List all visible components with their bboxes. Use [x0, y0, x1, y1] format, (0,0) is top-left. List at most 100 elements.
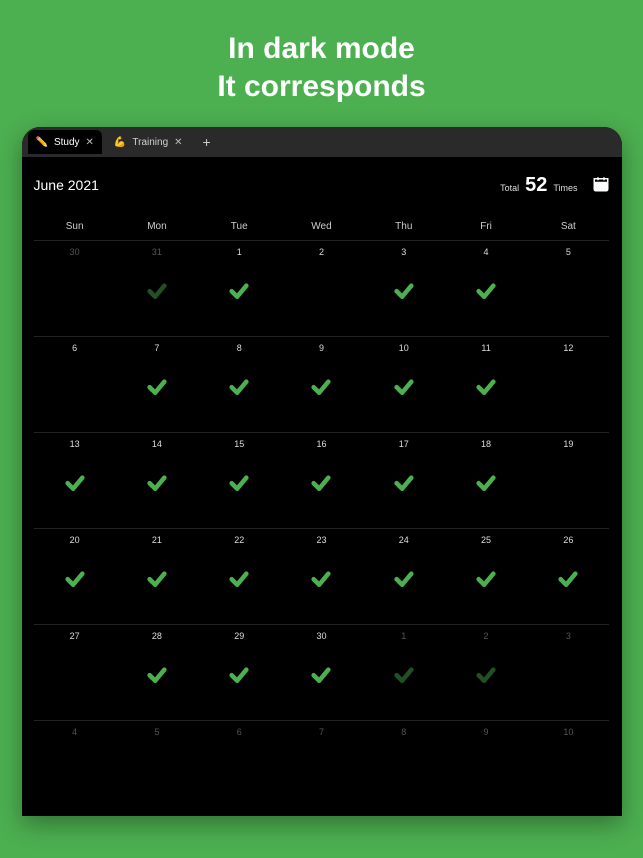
- check-icon: [393, 472, 415, 494]
- day-cell[interactable]: 1: [363, 624, 445, 720]
- check-icon: [228, 376, 250, 398]
- day-number: 2: [319, 247, 324, 257]
- day-cell[interactable]: 30: [34, 240, 116, 336]
- day-cell[interactable]: 31: [116, 240, 198, 336]
- check-icon: [228, 280, 250, 302]
- day-number: 22: [234, 535, 244, 545]
- day-number: 6: [72, 343, 77, 353]
- day-cell[interactable]: 8: [198, 336, 280, 432]
- check-icon: [228, 664, 250, 686]
- close-icon[interactable]: ✕: [86, 137, 94, 148]
- day-number: 26: [563, 535, 573, 545]
- day-number: 31: [152, 247, 162, 257]
- add-tab-button[interactable]: +: [195, 134, 219, 150]
- tab-label: Study: [54, 137, 80, 148]
- day-number: 24: [399, 535, 409, 545]
- day-cell[interactable]: 13: [34, 432, 116, 528]
- day-cell[interactable]: 23: [280, 528, 362, 624]
- day-cell[interactable]: 19: [527, 432, 609, 528]
- calendar-grid: 3031123456789101112131415161718192021222…: [34, 240, 610, 816]
- day-cell[interactable]: 15: [198, 432, 280, 528]
- day-cell[interactable]: 10: [527, 720, 609, 816]
- day-cell[interactable]: 4: [34, 720, 116, 816]
- check-icon: [146, 664, 168, 686]
- check-icon: [228, 472, 250, 494]
- day-cell[interactable]: 1: [198, 240, 280, 336]
- day-cell[interactable]: 2: [280, 240, 362, 336]
- day-cell[interactable]: 7: [280, 720, 362, 816]
- day-number: 18: [481, 439, 491, 449]
- day-number: 11: [481, 343, 490, 353]
- weekday-header: Sat: [527, 215, 609, 240]
- day-cell[interactable]: 18: [445, 432, 527, 528]
- check-icon: [393, 664, 415, 686]
- day-cell[interactable]: 21: [116, 528, 198, 624]
- day-number: 3: [401, 247, 406, 257]
- check-icon: [475, 280, 497, 302]
- day-cell[interactable]: 12: [527, 336, 609, 432]
- day-cell[interactable]: 5: [116, 720, 198, 816]
- day-number: 9: [484, 727, 489, 737]
- day-number: 5: [566, 247, 571, 257]
- check-icon: [393, 568, 415, 590]
- day-cell[interactable]: 5: [527, 240, 609, 336]
- day-number: 5: [154, 727, 159, 737]
- day-cell[interactable]: 6: [34, 336, 116, 432]
- close-icon[interactable]: ✕: [174, 137, 182, 148]
- month-header: June 2021 Total 52 Times: [34, 173, 610, 197]
- tab-icon: 💪: [114, 137, 126, 148]
- day-cell[interactable]: 25: [445, 528, 527, 624]
- calendar-content: June 2021 Total 52 Times SunMonTueWedThu…: [22, 157, 622, 816]
- day-number: 14: [152, 439, 162, 449]
- day-cell[interactable]: 11: [445, 336, 527, 432]
- day-cell[interactable]: 3: [363, 240, 445, 336]
- day-cell[interactable]: 3: [527, 624, 609, 720]
- day-number: 25: [481, 535, 491, 545]
- day-cell[interactable]: 28: [116, 624, 198, 720]
- weekday-header: Wed: [280, 215, 362, 240]
- day-number: 7: [154, 343, 159, 353]
- check-icon: [146, 280, 168, 302]
- check-icon: [310, 376, 332, 398]
- total-unit: Times: [553, 183, 577, 193]
- day-cell[interactable]: 9: [445, 720, 527, 816]
- check-icon: [310, 568, 332, 590]
- day-cell[interactable]: 24: [363, 528, 445, 624]
- check-icon: [393, 376, 415, 398]
- day-cell[interactable]: 10: [363, 336, 445, 432]
- calendar-icon[interactable]: [592, 175, 610, 193]
- day-number: 8: [401, 727, 406, 737]
- day-cell[interactable]: 6: [198, 720, 280, 816]
- week-row: 30 31 1 2 3 4 5: [34, 240, 610, 336]
- day-cell[interactable]: 8: [363, 720, 445, 816]
- day-number: 10: [563, 727, 573, 737]
- check-icon: [475, 376, 497, 398]
- day-cell[interactable]: 14: [116, 432, 198, 528]
- day-cell[interactable]: 2: [445, 624, 527, 720]
- weekday-header: Sun: [34, 215, 116, 240]
- day-cell[interactable]: 7: [116, 336, 198, 432]
- week-row: 4 5 6 7 8 9 10: [34, 720, 610, 816]
- day-cell[interactable]: 9: [280, 336, 362, 432]
- day-cell[interactable]: 30: [280, 624, 362, 720]
- day-cell[interactable]: 29: [198, 624, 280, 720]
- week-row: 13 14 151617 18 19: [34, 432, 610, 528]
- day-number: 7: [319, 727, 324, 737]
- day-cell[interactable]: 4: [445, 240, 527, 336]
- day-cell[interactable]: 22: [198, 528, 280, 624]
- day-cell[interactable]: 20: [34, 528, 116, 624]
- check-icon: [310, 664, 332, 686]
- day-cell[interactable]: 26: [527, 528, 609, 624]
- day-cell[interactable]: 27: [34, 624, 116, 720]
- tab-icon: ✏️: [36, 137, 48, 148]
- check-icon: [228, 568, 250, 590]
- day-number: 6: [237, 727, 242, 737]
- day-cell[interactable]: 16: [280, 432, 362, 528]
- tab-training[interactable]: 💪 Training ✕: [106, 130, 191, 154]
- tab-study[interactable]: ✏️ Study ✕: [28, 130, 102, 154]
- check-icon: [475, 568, 497, 590]
- tab-label: Training: [132, 137, 168, 148]
- day-number: 2: [484, 631, 489, 641]
- month-title: June 2021: [34, 177, 99, 193]
- day-cell[interactable]: 17: [363, 432, 445, 528]
